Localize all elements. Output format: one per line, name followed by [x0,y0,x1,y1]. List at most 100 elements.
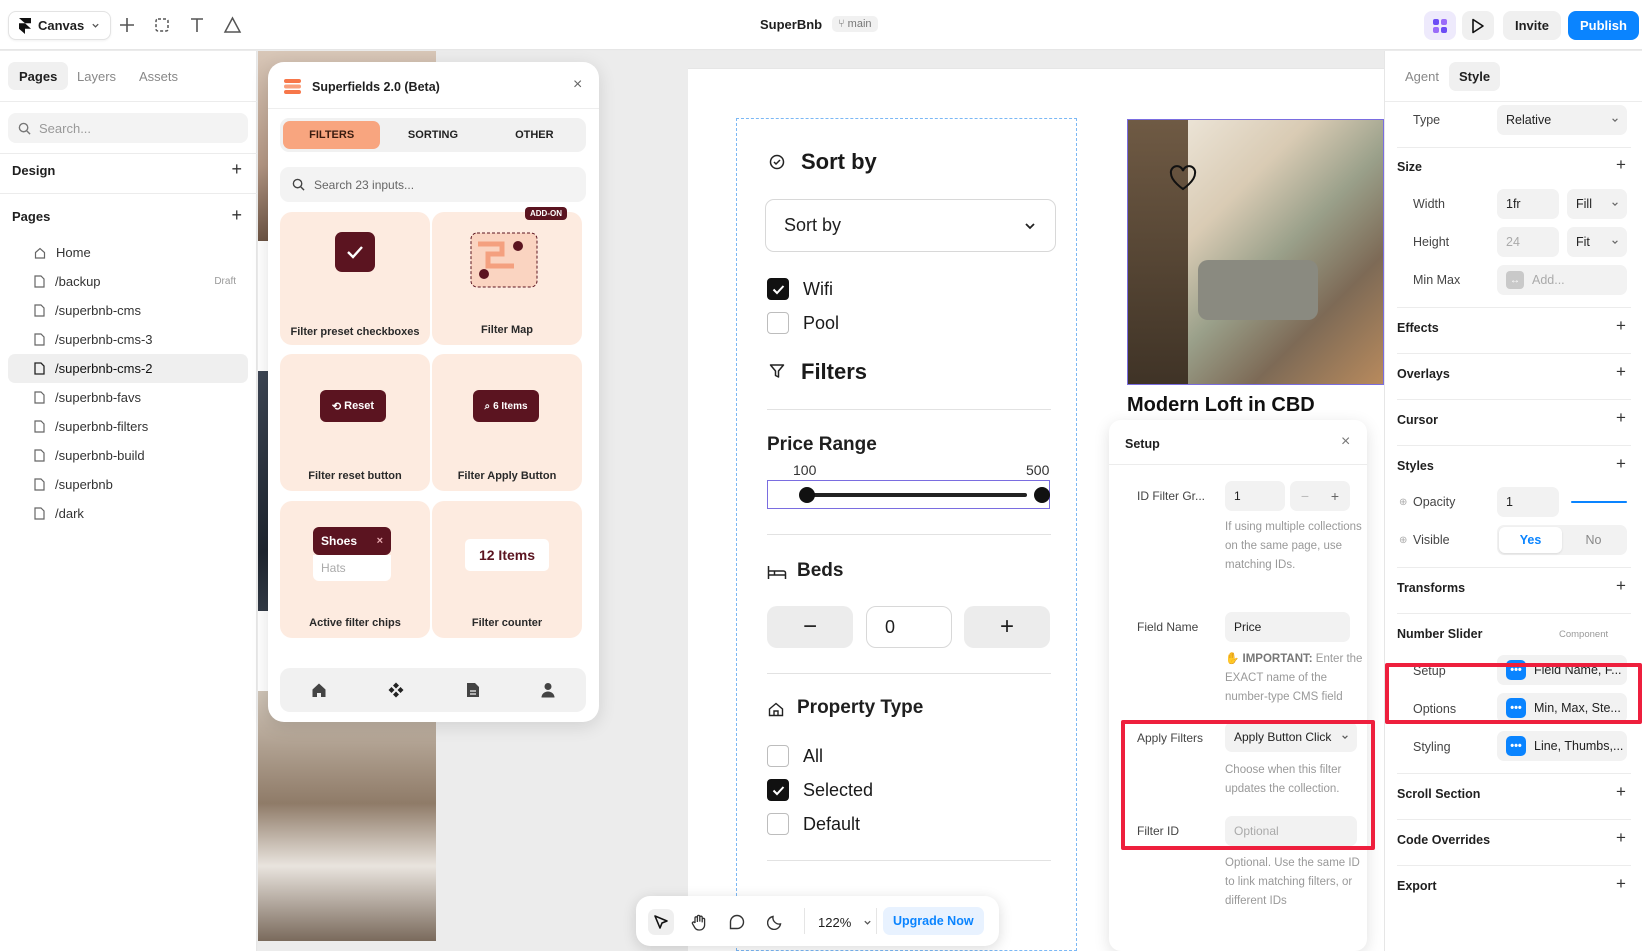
page-item-selected[interactable]: /superbnb-cms-2 [8,354,248,383]
add-cursor-icon[interactable]: + [1616,408,1626,428]
slider-thumb-max[interactable] [1034,487,1050,503]
checkbox-box [767,312,789,334]
invite-button[interactable]: Invite [1503,11,1561,40]
hand-tool-icon[interactable] [686,909,712,935]
minus-icon[interactable]: − [1301,488,1309,504]
comment-tool-icon[interactable] [724,909,750,935]
page-item[interactable]: /superbnb-cms-3 [8,325,248,354]
opacity-input[interactable]: 1 [1497,487,1559,517]
inputs-search-field[interactable]: Search 23 inputs... [280,167,586,202]
card-filter-counter[interactable]: 12 Items Filter counter [432,501,582,638]
property-selected-checkbox[interactable]: Selected [767,779,873,801]
add-design-icon[interactable]: + [231,159,242,180]
add-icon[interactable] [116,14,138,36]
preview-button[interactable] [1462,11,1494,40]
page-item[interactable]: /dark [8,499,248,528]
canvas-menu-button[interactable]: Canvas [8,11,112,40]
tab-sorting[interactable]: SORTING [384,121,481,149]
tab-other[interactable]: OTHER [486,121,583,149]
add-page-icon[interactable]: + [231,205,242,226]
publish-button[interactable]: Publish [1568,11,1639,40]
variable-dot-icon[interactable]: ⊕ [1399,535,1407,546]
pool-checkbox[interactable]: Pool [767,312,839,334]
page-name: Home [56,245,91,260]
id-filter-group-input[interactable]: 1 [1225,481,1285,511]
page-icon [34,420,45,433]
heart-icon[interactable] [1168,164,1198,192]
canvas-toolbar: 122% Upgrade Now [636,896,999,946]
frame-icon[interactable] [151,14,173,36]
id-stepper[interactable]: − + [1290,481,1350,511]
width-mode-select[interactable]: Fill [1567,189,1627,219]
page-item[interactable]: /superbnb [8,470,248,499]
visible-toggle: Yes No [1497,525,1627,555]
type-select[interactable]: Relative [1497,105,1627,135]
tab-pages[interactable]: Pages [8,62,69,90]
add-size-icon[interactable]: + [1616,155,1626,175]
tab-agent[interactable]: Agent [1395,62,1449,91]
variable-dot-icon[interactable]: ⊕ [1399,497,1407,508]
plus-icon[interactable]: + [1331,488,1339,504]
project-name[interactable]: SuperBnb [760,17,822,32]
divider [1397,147,1631,148]
beds-input[interactable]: 0 [866,606,952,648]
sort-select[interactable]: Sort by [765,199,1056,252]
height-input[interactable]: 24 [1497,227,1559,257]
min-max-input[interactable]: ↔ Add... [1497,265,1627,295]
zoom-select[interactable]: 122% [810,908,880,936]
listing-image[interactable] [1127,119,1384,385]
page-item[interactable]: /backup Draft [8,267,248,296]
text-tool-icon[interactable] [186,14,208,36]
price-range-slider[interactable] [767,480,1050,509]
property-default-checkbox[interactable]: Default [767,813,860,835]
slider-thumb-min[interactable] [799,487,815,503]
add-scroll-section-icon[interactable]: + [1616,782,1626,802]
upgrade-now-button[interactable]: Upgrade Now [883,907,984,935]
close-icon[interactable]: × [573,76,582,94]
hats-option: Hats [313,555,391,581]
user-icon[interactable] [541,682,555,698]
add-export-icon[interactable]: + [1616,874,1626,894]
tab-layers[interactable]: Layers [66,62,127,90]
add-transform-icon[interactable]: + [1616,576,1626,596]
card-filter-reset-button[interactable]: ⟲ Reset Filter reset button [280,354,430,491]
plugin-app-button[interactable] [1424,11,1456,40]
page-item[interactable]: /superbnb-build [8,441,248,470]
styling-control[interactable]: ••• Line, Thumbs,... [1497,731,1627,761]
add-overlay-icon[interactable]: + [1616,362,1626,382]
document-icon[interactable] [466,682,480,698]
card-filter-preset-checkboxes[interactable]: Filter preset checkboxes [280,212,430,345]
page-item[interactable]: /superbnb-filters [8,412,248,441]
dark-mode-icon[interactable] [762,909,788,935]
add-effect-icon[interactable]: + [1616,316,1626,336]
visible-no-option[interactable]: No [1562,527,1625,553]
page-item[interactable]: /superbnb-favs [8,383,248,412]
page-item-home[interactable]: Home [8,238,248,267]
field-name-input[interactable]: Price [1225,612,1350,642]
visible-yes-option[interactable]: Yes [1499,527,1562,553]
beds-decrement-button[interactable]: − [767,606,853,648]
card-active-filter-chips[interactable]: Shoes × Hats Active filter chips [280,501,430,638]
card-filter-apply-button[interactable]: ⌕ 6 Items Filter Apply Button [432,354,582,491]
divider [1397,773,1631,774]
select-tool-icon[interactable] [648,909,674,935]
card-filter-map[interactable]: ADD-ON Filter Map [432,207,582,345]
opacity-slider[interactable] [1571,498,1627,506]
tab-assets[interactable]: Assets [128,62,189,90]
page-item[interactable]: /superbnb-cms [8,296,248,325]
home-icon[interactable] [311,682,327,698]
shape-tool-icon[interactable] [221,14,243,36]
branch-badge[interactable]: ⑂ main [832,16,878,32]
tab-style[interactable]: Style [1449,62,1501,91]
height-mode-select[interactable]: Fit [1567,227,1627,257]
property-all-checkbox[interactable]: All [767,745,823,767]
close-icon[interactable]: × [1341,433,1350,451]
add-code-override-icon[interactable]: + [1616,828,1626,848]
width-input[interactable]: 1fr [1497,189,1559,219]
beds-increment-button[interactable]: + [964,606,1050,648]
add-style-icon[interactable]: + [1616,454,1626,474]
pages-search-input[interactable]: Search... [8,113,248,143]
tab-filters[interactable]: FILTERS [283,121,381,149]
components-icon[interactable] [388,682,404,698]
wifi-checkbox[interactable]: Wifi [767,278,833,300]
